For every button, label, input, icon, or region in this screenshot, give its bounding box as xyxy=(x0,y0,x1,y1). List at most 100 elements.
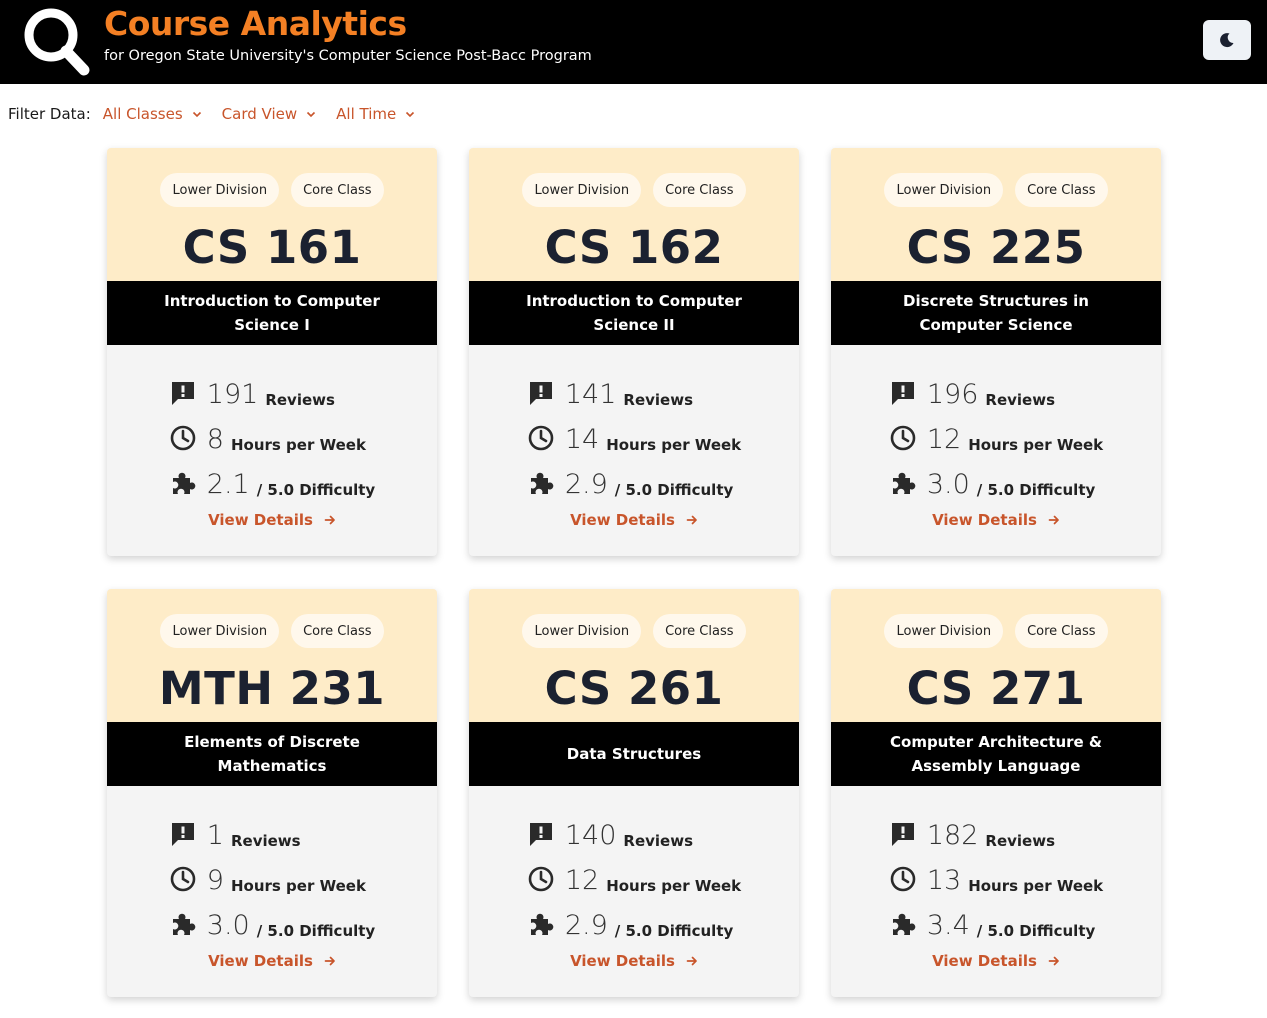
puzzle-piece-icon xyxy=(530,472,554,494)
difficulty-stat: 2.9 / 5.0 Difficulty xyxy=(527,458,741,503)
card-header: Lower Division Core Class CS 261 xyxy=(469,589,799,722)
hours-stat: 12 Hours per Week xyxy=(527,854,741,899)
course-tag[interactable]: Core Class xyxy=(1015,614,1108,648)
course-tag[interactable]: Core Class xyxy=(653,173,746,207)
view-details-link[interactable]: View Details xyxy=(107,952,437,970)
hours-value: 9 xyxy=(206,865,224,896)
puzzle-piece-icon xyxy=(172,913,196,935)
reviews-count: 196 xyxy=(926,379,979,410)
review-comment-icon xyxy=(171,382,194,405)
hours-label: Hours per Week xyxy=(968,877,1104,895)
course-code: CS 271 xyxy=(906,662,1086,715)
difficulty-label: / 5.0 Difficulty xyxy=(256,481,376,499)
course-tag[interactable]: Core Class xyxy=(653,614,746,648)
course-card[interactable]: Lower Division Core Class CS 271 Computer A… xyxy=(831,589,1161,997)
view-details-link[interactable]: View Details xyxy=(469,952,799,970)
class-filter-value: All Classes xyxy=(102,105,183,123)
card-header: Lower Division Core Class CS 225 xyxy=(831,148,1161,281)
hours-value: 14 xyxy=(564,424,600,455)
reviews-label: Reviews xyxy=(623,391,693,409)
arrow-right-icon xyxy=(1048,515,1059,525)
course-tag[interactable]: Lower Division xyxy=(884,173,1004,207)
course-card[interactable]: Lower Division Core Class CS 162 Introducti… xyxy=(469,148,799,556)
reviews-label: Reviews xyxy=(230,832,301,850)
hours-stat: 9 Hours per Week xyxy=(169,854,375,899)
hours-stat: 13 Hours per Week xyxy=(889,854,1103,899)
course-tag[interactable]: Core Class xyxy=(1015,173,1108,207)
course-tag[interactable]: Core Class xyxy=(291,614,384,648)
puzzle-piece-icon xyxy=(892,913,916,935)
review-comment-icon xyxy=(529,823,552,846)
hours-stat: 12 Hours per Week xyxy=(889,413,1103,458)
chevron-down-icon xyxy=(406,111,415,118)
time-filter-dropdown[interactable]: All Time xyxy=(336,105,415,123)
arrow-right-icon xyxy=(686,956,697,966)
difficulty-value: 3.0 xyxy=(926,469,970,500)
view-details-label: View Details xyxy=(208,952,313,970)
moon-icon xyxy=(1220,33,1234,48)
difficulty-label: / 5.0 Difficulty xyxy=(976,481,1096,499)
view-details-link[interactable]: View Details xyxy=(469,511,799,529)
course-tag[interactable]: Lower Division xyxy=(160,614,280,648)
view-details-link[interactable]: View Details xyxy=(107,511,437,529)
course-stats: 1 Reviews 9 Hours per Week 3.0 / 5.0 Difficul… xyxy=(107,809,437,944)
course-stats: 141 Reviews 14 Hours per Week 2.9 / 5.0 Diffi… xyxy=(469,368,799,503)
course-name: Introduction to Computer Science I xyxy=(107,281,437,345)
course-code: CS 225 xyxy=(906,221,1086,274)
reviews-label: Reviews xyxy=(985,832,1055,850)
reviews-label: Reviews xyxy=(623,832,693,850)
difficulty-stat: 2.9 / 5.0 Difficulty xyxy=(527,899,741,944)
reviews-stat: 196 Reviews xyxy=(889,368,1103,413)
card-header: Lower Division Core Class CS 271 xyxy=(831,589,1161,722)
view-filter-dropdown[interactable]: Card View xyxy=(222,105,316,123)
reviews-label: Reviews xyxy=(265,391,335,409)
course-card[interactable]: Lower Division Core Class CS 261 Data Struc… xyxy=(469,589,799,997)
review-comment-icon xyxy=(529,382,552,405)
difficulty-value: 2.9 xyxy=(564,910,608,941)
course-stats: 191 Reviews 8 Hours per Week 2.1 / 5.0 Diffic… xyxy=(107,368,437,503)
course-tag[interactable]: Lower Division xyxy=(160,173,280,207)
filter-label: Filter Data: xyxy=(8,105,91,123)
time-filter-value: All Time xyxy=(336,105,397,123)
review-comment-icon xyxy=(891,382,914,405)
reviews-stat: 141 Reviews xyxy=(527,368,741,413)
course-stats: 196 Reviews 12 Hours per Week 3.0 / 5.0 Diffi… xyxy=(831,368,1161,503)
chevron-down-icon xyxy=(192,111,201,118)
reviews-count: 140 xyxy=(564,820,617,851)
course-name: Elements of Discrete Mathematics xyxy=(107,722,437,786)
clock-icon xyxy=(890,866,916,892)
hours-label: Hours per Week xyxy=(230,877,366,895)
course-card[interactable]: Lower Division Core Class CS 225 Discrete S… xyxy=(831,148,1161,556)
difficulty-label: / 5.0 Difficulty xyxy=(614,481,734,499)
hours-value: 12 xyxy=(926,424,962,455)
arrow-right-icon xyxy=(324,515,335,525)
class-filter-dropdown[interactable]: All Classes xyxy=(103,105,202,123)
view-details-link[interactable]: View Details xyxy=(831,511,1161,529)
reviews-stat: 140 Reviews xyxy=(527,809,741,854)
view-details-label: View Details xyxy=(570,952,675,970)
difficulty-value: 3.4 xyxy=(926,910,970,941)
reviews-count: 1 xyxy=(206,820,224,851)
clock-icon xyxy=(528,866,554,892)
course-tag[interactable]: Lower Division xyxy=(884,614,1004,648)
tag-list: Lower Division Core Class xyxy=(831,173,1161,207)
view-details-link[interactable]: View Details xyxy=(831,952,1161,970)
course-card[interactable]: Lower Division Core Class CS 161 Introducti… xyxy=(107,148,437,556)
course-code: MTH 231 xyxy=(158,662,386,715)
difficulty-stat: 2.1 / 5.0 Difficulty xyxy=(169,458,375,503)
hours-stat: 8 Hours per Week xyxy=(169,413,375,458)
search-icon[interactable] xyxy=(22,6,92,76)
course-code: CS 261 xyxy=(544,662,724,715)
clock-icon xyxy=(890,425,916,451)
theme-toggle-button[interactable] xyxy=(1203,20,1251,60)
puzzle-piece-icon xyxy=(530,913,554,935)
clock-icon xyxy=(170,425,196,451)
arrow-right-icon xyxy=(1048,956,1059,966)
course-tag[interactable]: Core Class xyxy=(291,173,384,207)
review-comment-icon xyxy=(891,823,914,846)
course-tag[interactable]: Lower Division xyxy=(522,173,642,207)
course-stats: 182 Reviews 13 Hours per Week 3.4 / 5.0 Diffi… xyxy=(831,809,1161,944)
course-card[interactable]: Lower Division Core Class MTH 231 Elements … xyxy=(107,589,437,997)
course-tag[interactable]: Lower Division xyxy=(522,614,642,648)
tag-list: Lower Division Core Class xyxy=(107,173,437,207)
